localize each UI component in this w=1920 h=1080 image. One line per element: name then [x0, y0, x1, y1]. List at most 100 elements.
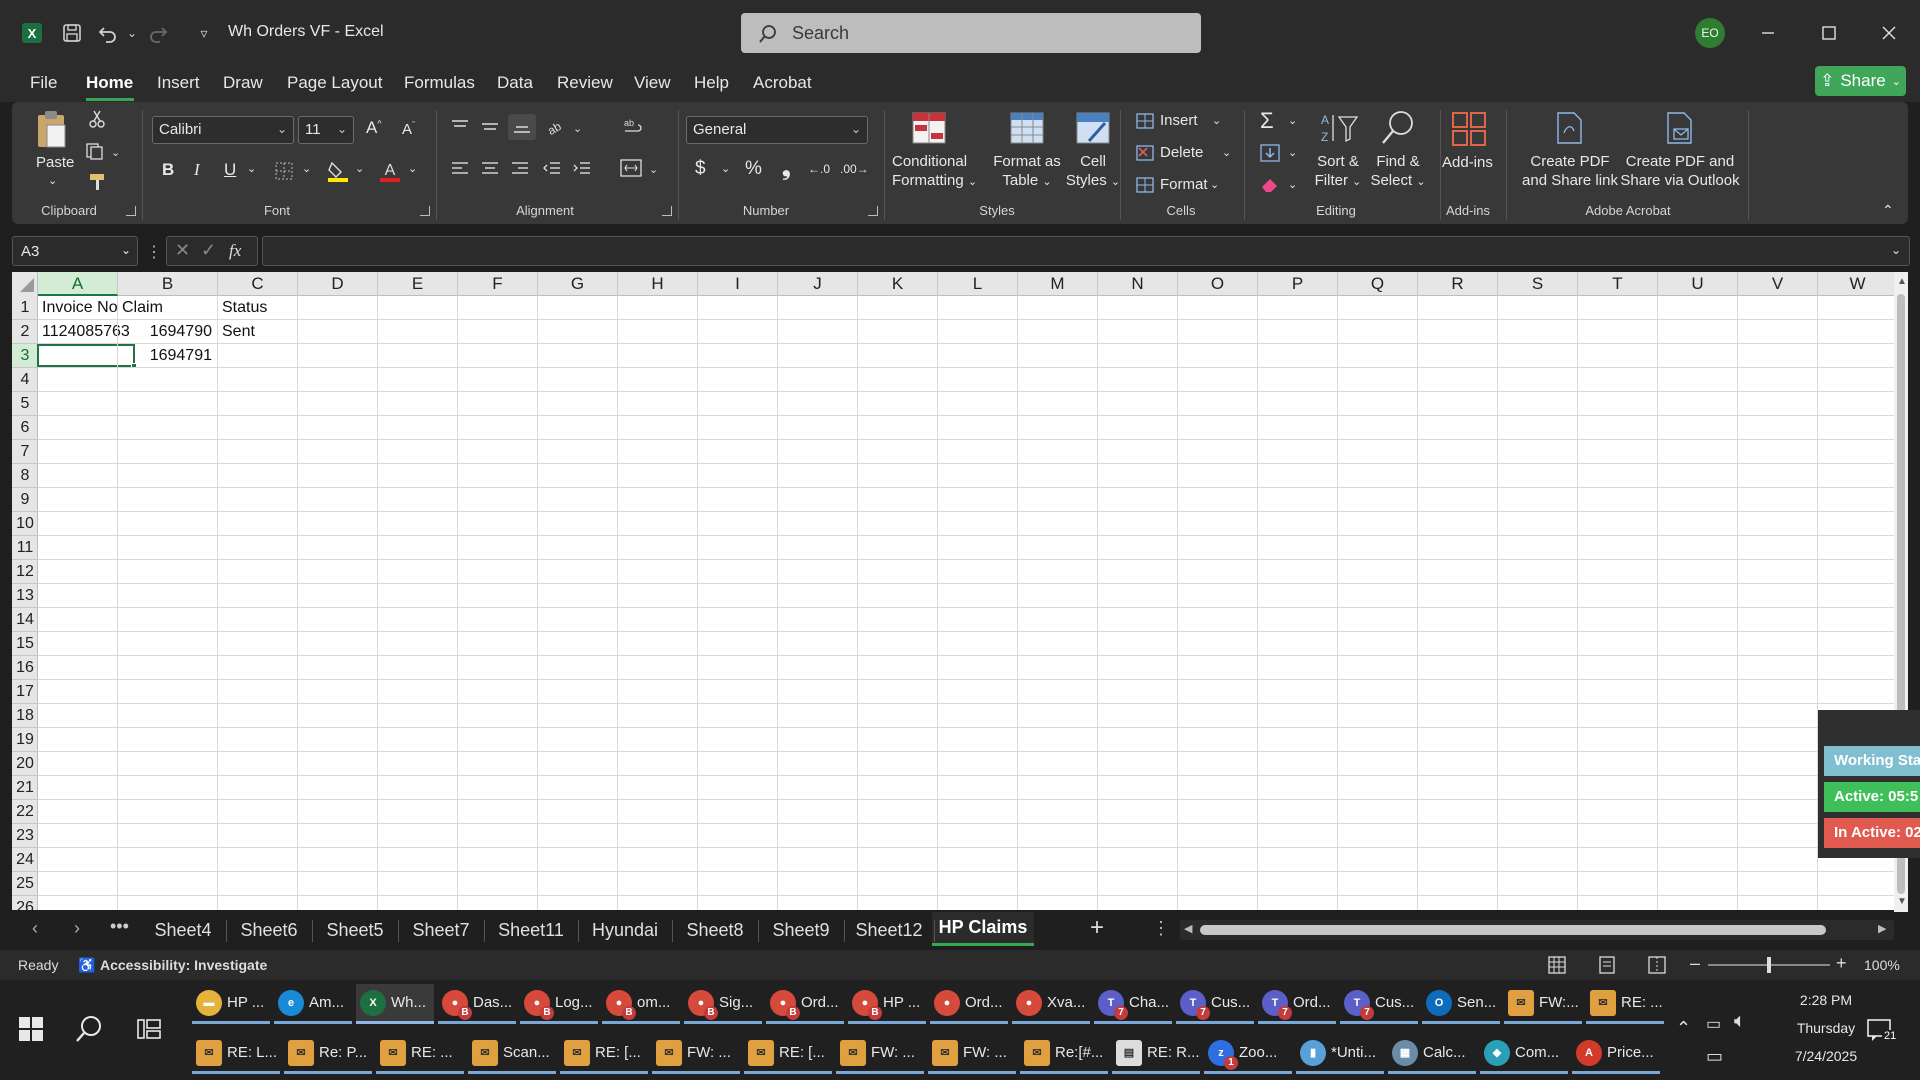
- zoom-out-icon[interactable]: –: [1690, 953, 1700, 974]
- taskbar-item-outlook[interactable]: O Sen...: [1422, 984, 1500, 1024]
- column-header-m[interactable]: M: [1018, 272, 1098, 296]
- column-header-u[interactable]: U: [1658, 272, 1738, 296]
- horizontal-scroll-thumb[interactable]: [1200, 925, 1826, 935]
- font-name-combo[interactable]: Calibri ⌄: [152, 116, 294, 144]
- taskbar-item-mail[interactable]: ✉ RE: [...: [560, 1034, 648, 1074]
- decrease-decimal-icon[interactable]: .00→: [840, 162, 869, 176]
- normal-view-icon[interactable]: [1548, 956, 1566, 974]
- clock-date[interactable]: 7/24/2025: [1776, 1048, 1876, 1064]
- insert-cells-icon[interactable]: [1134, 110, 1156, 132]
- scroll-down-icon[interactable]: ▼: [1897, 896, 1907, 907]
- taskbar-item-chrome[interactable]: ● B Das...: [438, 984, 516, 1024]
- autosum-icon[interactable]: Σ: [1260, 108, 1274, 134]
- column-header-f[interactable]: F: [458, 272, 538, 296]
- taskbar-item-teams[interactable]: T 7 Cus...: [1340, 984, 1418, 1024]
- sheet-tab-sheet4[interactable]: Sheet4: [140, 920, 226, 941]
- borders-icon[interactable]: [272, 160, 296, 182]
- name-box-splitter-icon[interactable]: ⋮: [146, 242, 162, 262]
- column-header-e[interactable]: E: [378, 272, 458, 296]
- column-header-w[interactable]: W: [1818, 272, 1898, 296]
- find-select-icon[interactable]: [1378, 108, 1418, 148]
- row-header-7[interactable]: 7: [12, 440, 38, 464]
- column-header-d[interactable]: D: [298, 272, 378, 296]
- conditional-formatting-label[interactable]: Conditional Formatting ⌄: [892, 152, 977, 192]
- taskbar-item-notepad[interactable]: ▮ *Unti...: [1296, 1034, 1384, 1074]
- taskbar-item-message[interactable]: ▤ RE: R...: [1112, 1034, 1200, 1074]
- taskbar-item-chrome[interactable]: ● Xva...: [1012, 984, 1090, 1024]
- taskbar-item-folder[interactable]: ▬ HP ...: [192, 984, 270, 1024]
- taskbar-item-mail[interactable]: ✉ Re: P...: [284, 1034, 372, 1074]
- taskbar-item-chrome[interactable]: ● B Sig...: [684, 984, 762, 1024]
- comma-style-icon[interactable]: ❟: [782, 155, 791, 181]
- clock-day[interactable]: Thursday: [1776, 1020, 1876, 1036]
- zoom-level[interactable]: 100%: [1864, 957, 1900, 973]
- row-header-15[interactable]: 15: [12, 632, 38, 656]
- taskbar-item-chrome[interactable]: ● B Ord...: [766, 984, 844, 1024]
- create-pdf-outlook-icon[interactable]: [1662, 110, 1696, 146]
- format-painter-icon[interactable]: [86, 170, 110, 194]
- row-header-12[interactable]: 12: [12, 560, 38, 584]
- row-header-9[interactable]: 9: [12, 488, 38, 512]
- cell-c2[interactable]: Sent: [222, 323, 255, 341]
- tab-formulas[interactable]: Formulas: [404, 73, 475, 93]
- next-sheet-icon[interactable]: ›: [74, 918, 80, 939]
- sheet-tab-sheet6[interactable]: Sheet6: [226, 920, 312, 941]
- wrap-text-icon[interactable]: ab: [620, 116, 646, 138]
- taskbar-item-mail[interactable]: ✉ FW:...: [1504, 984, 1582, 1024]
- taskbar-item-companyportal[interactable]: ◆ Com...: [1480, 1034, 1568, 1074]
- windows-start-icon[interactable]: [18, 1016, 44, 1042]
- taskbar-item-mail[interactable]: ✉ RE: ...: [376, 1034, 464, 1074]
- cell-c1[interactable]: Status: [222, 299, 267, 317]
- taskbar-item-calculator[interactable]: ▦ Calc...: [1388, 1034, 1476, 1074]
- column-header-r[interactable]: R: [1418, 272, 1498, 296]
- fill-down-icon[interactable]: [1258, 142, 1282, 164]
- zoom-slider[interactable]: [1708, 957, 1830, 973]
- align-right-icon[interactable]: [508, 158, 532, 178]
- taskbar-item-zoom[interactable]: z 1 Zoo...: [1204, 1034, 1292, 1074]
- fill-color-icon[interactable]: [326, 158, 350, 184]
- undo-dropdown-icon[interactable]: ⌄: [118, 19, 146, 47]
- column-header-s[interactable]: S: [1498, 272, 1578, 296]
- format-as-table-label[interactable]: Format as Table ⌄: [990, 152, 1064, 192]
- tab-view[interactable]: View: [634, 73, 671, 93]
- redo-icon[interactable]: [144, 19, 172, 47]
- row-header-16[interactable]: 16: [12, 656, 38, 680]
- number-format-combo[interactable]: General ⌄: [686, 116, 868, 144]
- zoom-slider-thumb[interactable]: [1767, 957, 1771, 973]
- bold-icon[interactable]: B: [162, 160, 174, 180]
- chevron-down-icon[interactable]: ⌄: [302, 162, 311, 175]
- network-icon[interactable]: ▭: [1706, 1046, 1723, 1067]
- taskbar-item-mail[interactable]: ✉ Re:[#...: [1020, 1034, 1108, 1074]
- sort-filter-icon[interactable]: AZ: [1318, 108, 1360, 148]
- row-header-20[interactable]: 20: [12, 752, 38, 776]
- add-ins-icon[interactable]: [1448, 108, 1490, 150]
- sheet-options-icon[interactable]: ⋮: [1152, 918, 1170, 939]
- align-top-icon[interactable]: [448, 116, 472, 136]
- chevron-down-icon[interactable]: ⌄: [1212, 114, 1221, 127]
- decrease-font-icon[interactable]: Aˇ: [402, 120, 415, 138]
- chevron-down-icon[interactable]: ⌄: [1288, 114, 1297, 127]
- delete-cells-icon[interactable]: [1134, 142, 1156, 164]
- add-sheet-icon[interactable]: +: [1090, 914, 1104, 942]
- underline-icon[interactable]: U: [224, 160, 236, 180]
- taskbar-search-icon[interactable]: [74, 1014, 104, 1044]
- close-icon[interactable]: [1873, 17, 1905, 49]
- user-avatar[interactable]: EO: [1695, 18, 1725, 48]
- row-header-4[interactable]: 4: [12, 368, 38, 392]
- copy-icon[interactable]: ⌄: [84, 140, 120, 162]
- row-header-26[interactable]: 26: [12, 896, 38, 910]
- more-sheets-icon[interactable]: •••: [110, 916, 129, 937]
- row-header-10[interactable]: 10: [12, 512, 38, 536]
- column-header-l[interactable]: L: [938, 272, 1018, 296]
- taskbar-item-excel[interactable]: X Wh...: [356, 984, 434, 1024]
- taskbar-item-pdf[interactable]: A Price...: [1572, 1034, 1660, 1074]
- increase-decimal-icon[interactable]: ←.0: [808, 162, 830, 176]
- sheet-tab-sheet12[interactable]: Sheet12: [844, 920, 934, 941]
- collapse-ribbon-icon[interactable]: ⌃: [1882, 202, 1894, 219]
- currency-icon[interactable]: $: [695, 158, 706, 180]
- horizontal-scrollbar[interactable]: ◀ ▶: [1180, 920, 1894, 940]
- chevron-down-icon[interactable]: ⌄: [1222, 146, 1231, 159]
- tab-page-layout[interactable]: Page Layout: [287, 73, 382, 93]
- font-launcher-icon[interactable]: [420, 206, 430, 216]
- column-header-t[interactable]: T: [1578, 272, 1658, 296]
